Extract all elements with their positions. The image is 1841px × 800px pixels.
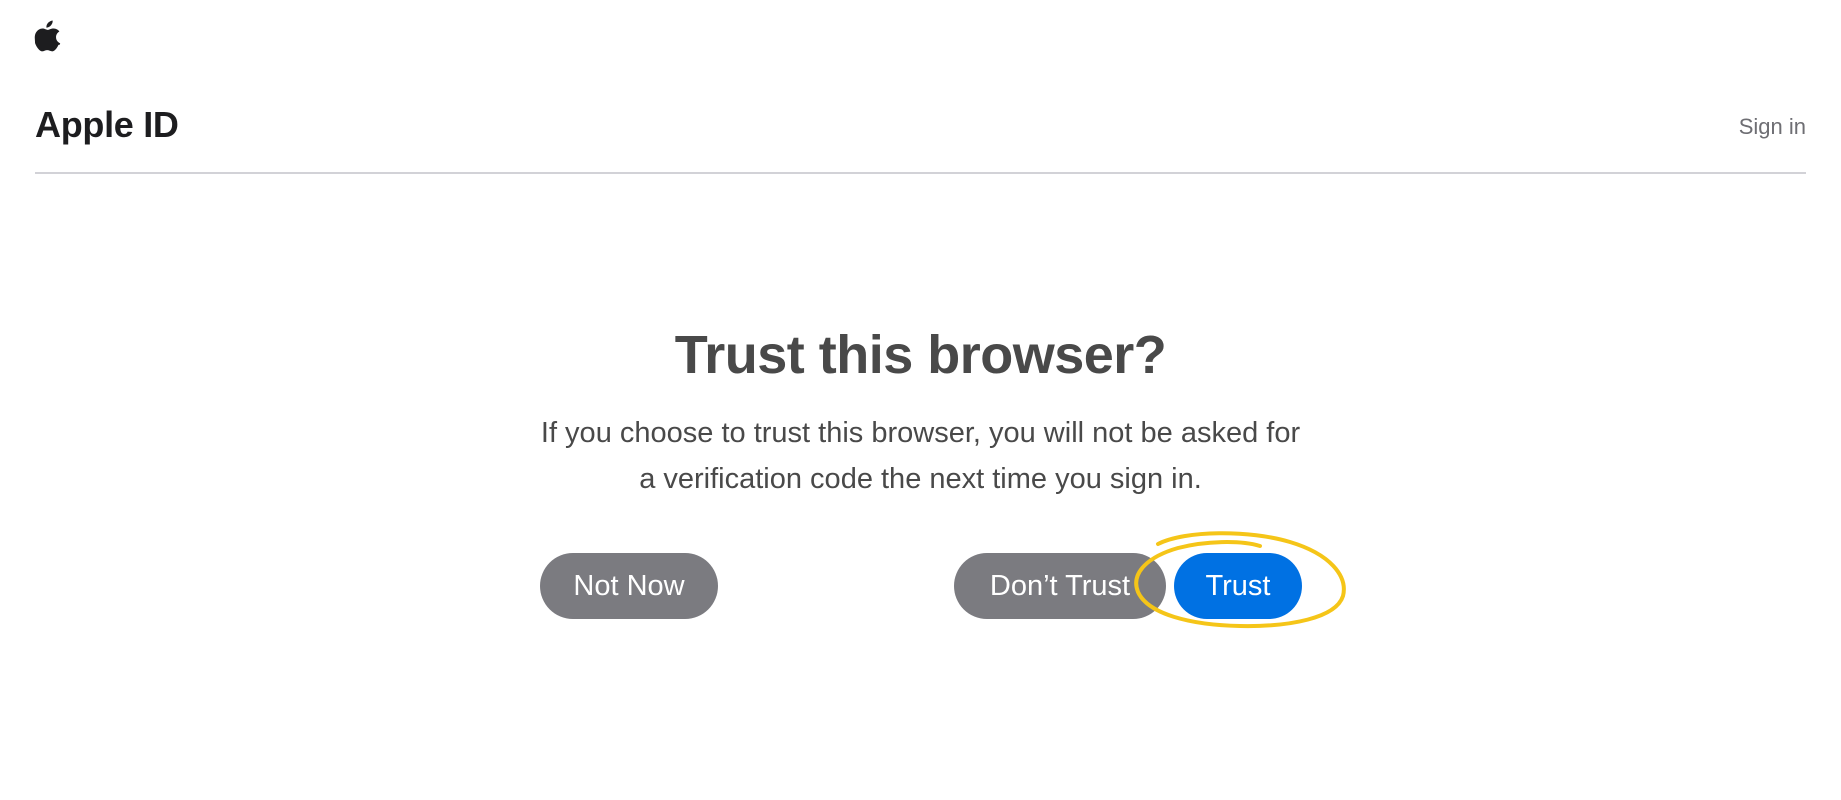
trust-button[interactable]: Trust bbox=[1174, 553, 1302, 619]
trust-dialog: Trust this browser? If you choose to tru… bbox=[0, 320, 1841, 502]
page: Apple ID Sign in Trust this browser? If … bbox=[0, 0, 1841, 800]
dialog-description: If you choose to trust this browser, you… bbox=[540, 417, 1301, 495]
apple-logo-icon[interactable] bbox=[34, 20, 62, 52]
page-title: Apple ID bbox=[35, 104, 179, 145]
not-now-button[interactable]: Not Now bbox=[540, 553, 718, 619]
dialog-heading: Trust this browser? bbox=[674, 325, 1167, 385]
sign-in-link[interactable]: Sign in bbox=[1739, 114, 1806, 140]
page-header: Apple ID Sign in bbox=[35, 96, 1806, 174]
dont-trust-button[interactable]: Don’t Trust bbox=[954, 553, 1166, 619]
